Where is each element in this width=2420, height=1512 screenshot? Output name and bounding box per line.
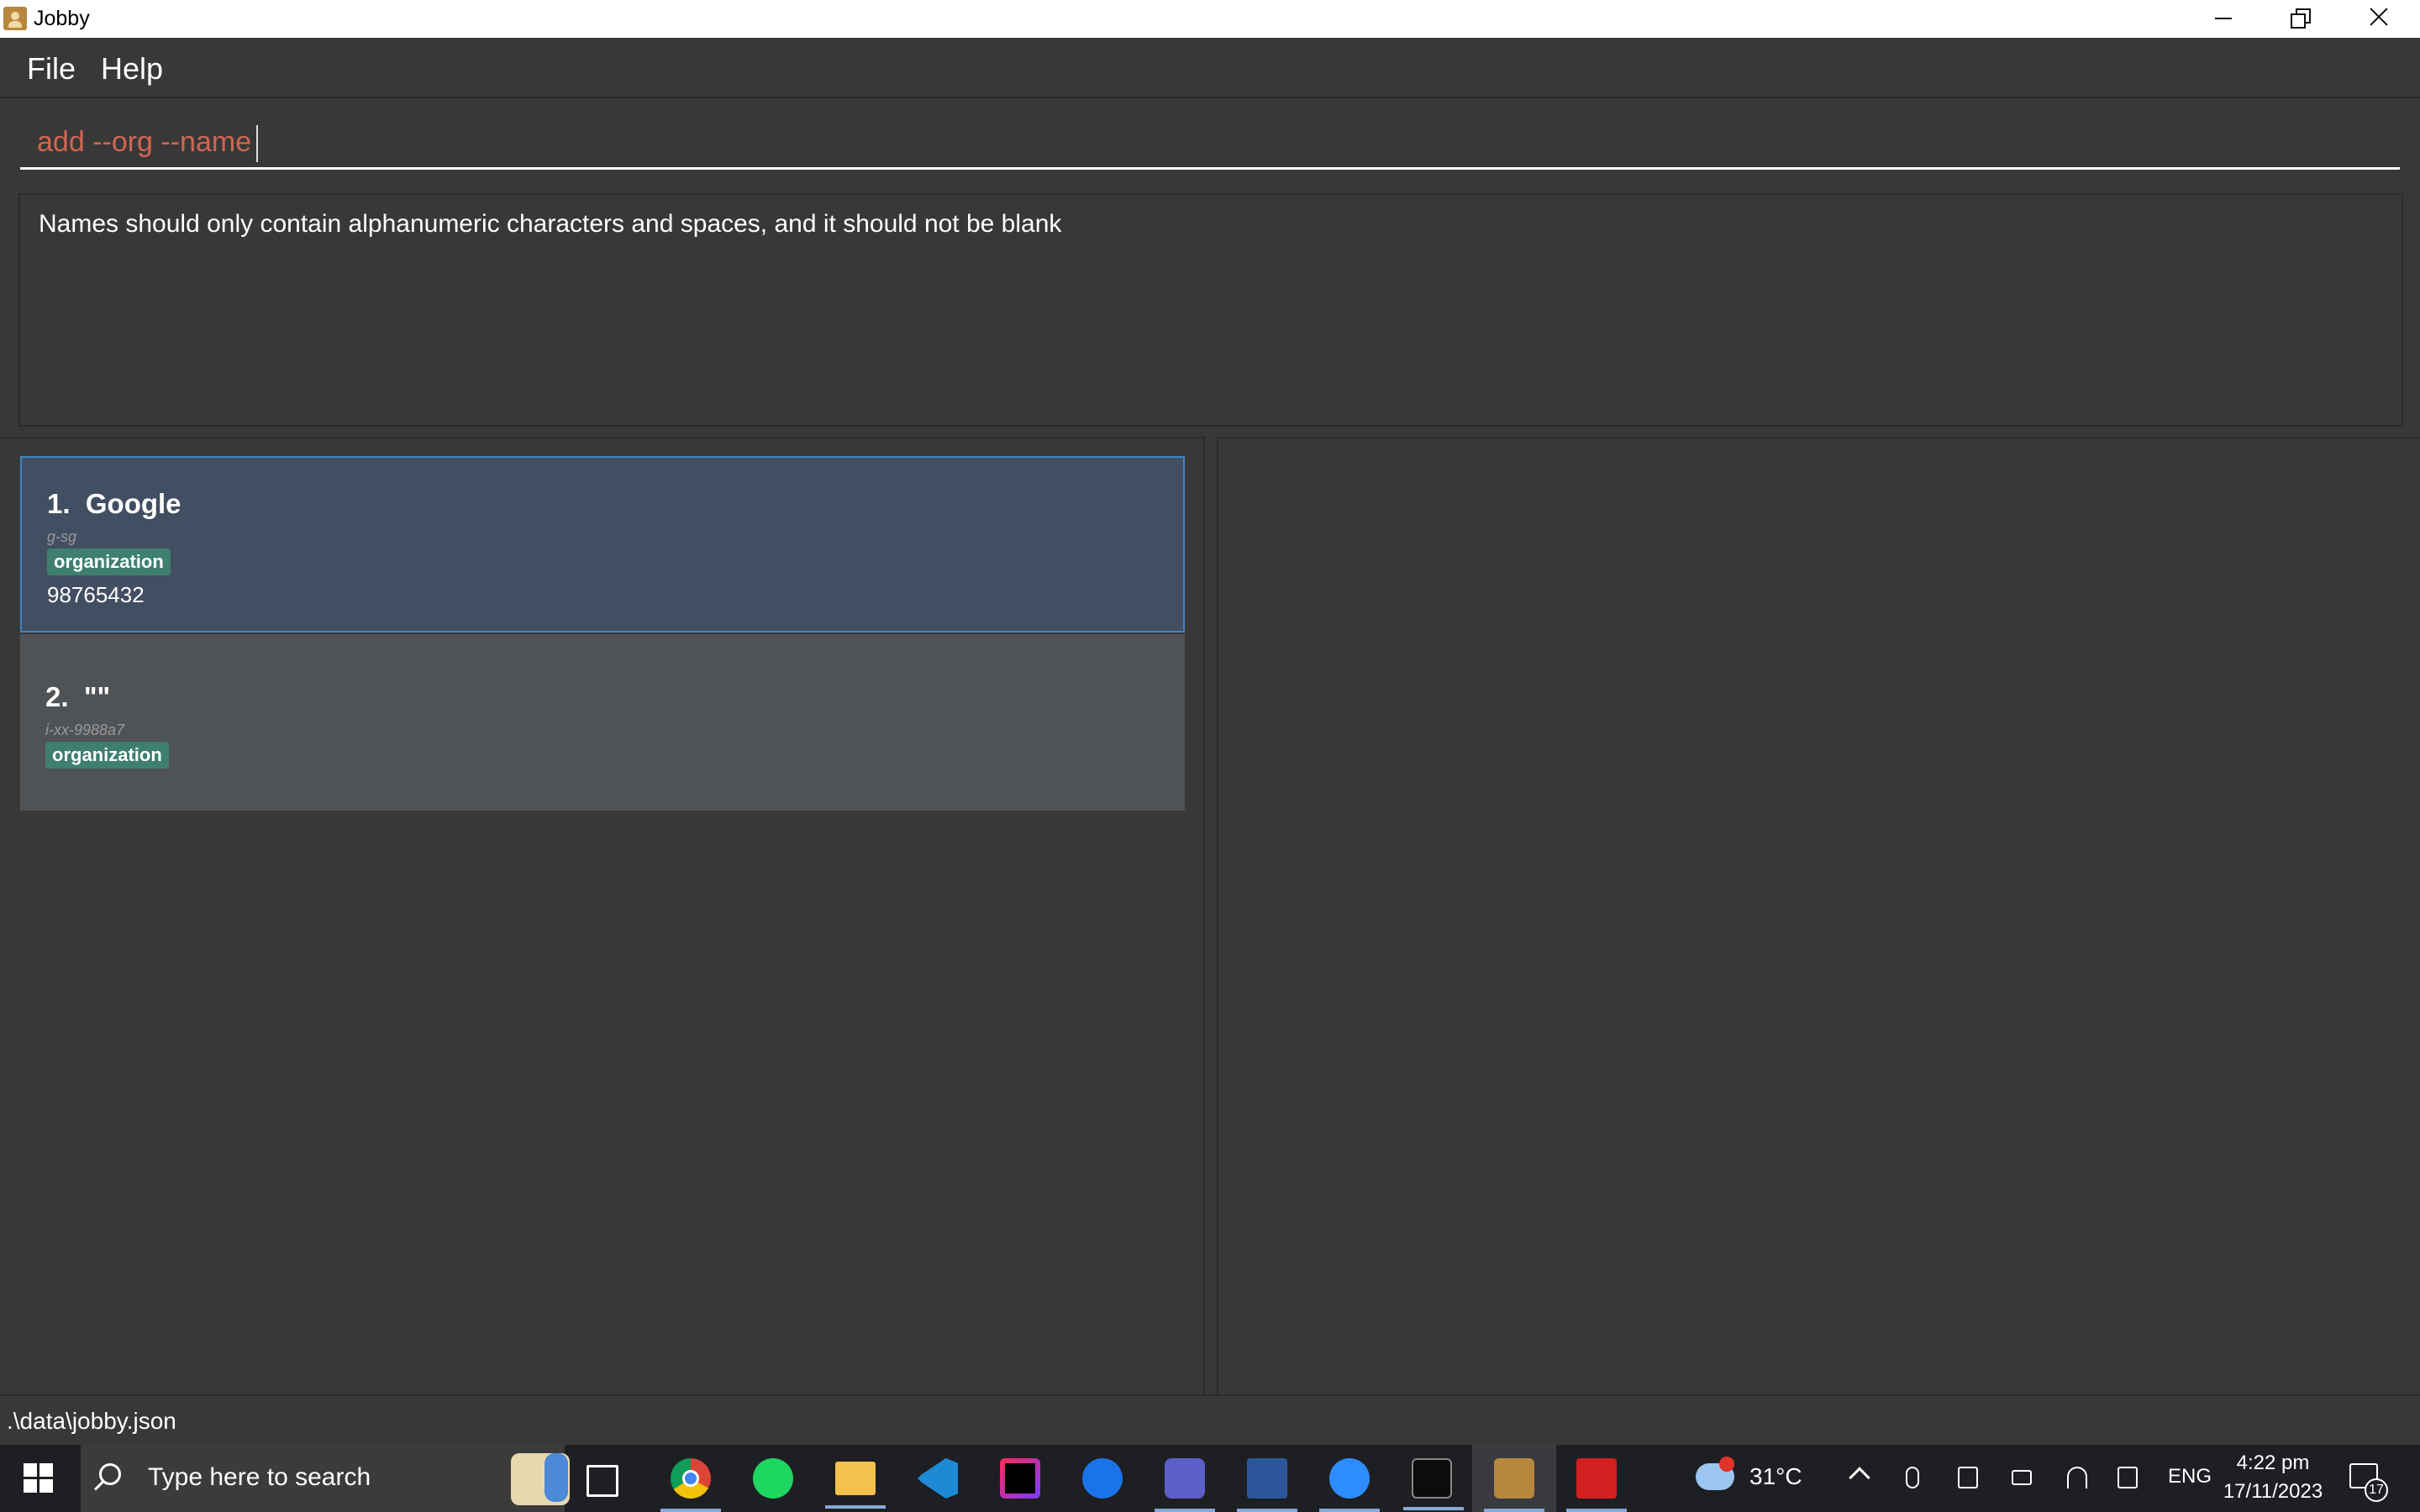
command-text: add --org --name (37, 125, 259, 162)
menu-help[interactable]: Help (101, 51, 163, 87)
contact-id: i-xx-9988a7 (45, 722, 125, 738)
text-caret (256, 125, 259, 162)
command-input[interactable]: add --org --name (20, 117, 2400, 170)
taskbar-search-box[interactable]: Type here to search (81, 1445, 570, 1512)
intellij-icon[interactable] (1000, 1458, 1040, 1499)
search-highlight-icon (511, 1453, 570, 1505)
tag-badge: organization (45, 742, 169, 769)
contact-title: 2. "" (45, 681, 111, 712)
language-indicator[interactable]: ENG (2168, 1465, 2212, 1488)
notification-count: 17 (2365, 1478, 2388, 1502)
chevron-up-icon[interactable] (1849, 1467, 1870, 1488)
command-area: add --org --name (0, 98, 2420, 182)
contact-card-2[interactable]: 2. "" i-xx-9988a7 organization (20, 634, 1185, 811)
weather-temperature[interactable]: 31°C (1749, 1463, 1802, 1490)
status-bar: .\data\jobby.json (0, 1394, 2420, 1446)
chrome-icon[interactable] (660, 1458, 721, 1512)
volume-icon[interactable] (2118, 1467, 2138, 1488)
contact-phone: 98765432 (47, 582, 145, 607)
microphone-icon[interactable] (1906, 1467, 1919, 1488)
zoom-icon[interactable] (1319, 1458, 1380, 1512)
result-message: Names should only contain alphanumeric c… (39, 210, 1062, 238)
tag-badge: organization (47, 549, 171, 575)
vscode-icon[interactable] (918, 1458, 958, 1499)
detail-panel (1217, 437, 2420, 1396)
restore-icon[interactable] (2260, 0, 2336, 38)
contact-id: g-sg (47, 528, 77, 545)
search-icon (99, 1463, 121, 1485)
battery-icon[interactable] (2012, 1470, 2032, 1485)
task-view-icon[interactable] (587, 1465, 618, 1497)
acrobat-icon[interactable] (1566, 1458, 1627, 1512)
contact-book-icon (3, 7, 27, 30)
teams-icon[interactable] (1155, 1458, 1215, 1512)
wifi-icon[interactable] (2067, 1467, 2087, 1488)
save-location: .\data\jobby.json (7, 1408, 176, 1434)
weather-badge (1719, 1457, 1734, 1472)
display-icon[interactable] (1958, 1467, 1978, 1488)
taskbar: Type here to search 31°C ENG 4:22 pm 17/… (0, 1445, 2420, 1512)
windows-start-icon[interactable] (24, 1463, 54, 1494)
contact-title: 1. Google (47, 488, 182, 519)
spotify-icon[interactable] (753, 1458, 793, 1499)
title-bar: Jobby (0, 0, 2420, 38)
word-icon[interactable] (1237, 1458, 1297, 1512)
menu-file[interactable]: File (27, 51, 76, 87)
menu-bar: File Help (0, 38, 2420, 98)
window-title: Jobby (34, 7, 90, 30)
clock-time[interactable]: 4:22 pm (2227, 1452, 2319, 1475)
file-explorer-icon[interactable] (825, 1462, 886, 1509)
contact-card-google[interactable]: 1. Google g-sg organization 98765432 (20, 456, 1185, 633)
close-icon[interactable] (2340, 0, 2416, 38)
clock-date[interactable]: 17/11/2023 (2210, 1480, 2336, 1504)
maps-icon[interactable] (1082, 1458, 1123, 1499)
jobby-icon[interactable] (1484, 1458, 1544, 1512)
terminal-icon[interactable] (1403, 1458, 1464, 1510)
search-placeholder: Type here to search (148, 1463, 371, 1491)
result-display[interactable]: Names should only contain alphanumeric c… (18, 193, 2403, 427)
minimize-icon[interactable] (2185, 0, 2260, 38)
